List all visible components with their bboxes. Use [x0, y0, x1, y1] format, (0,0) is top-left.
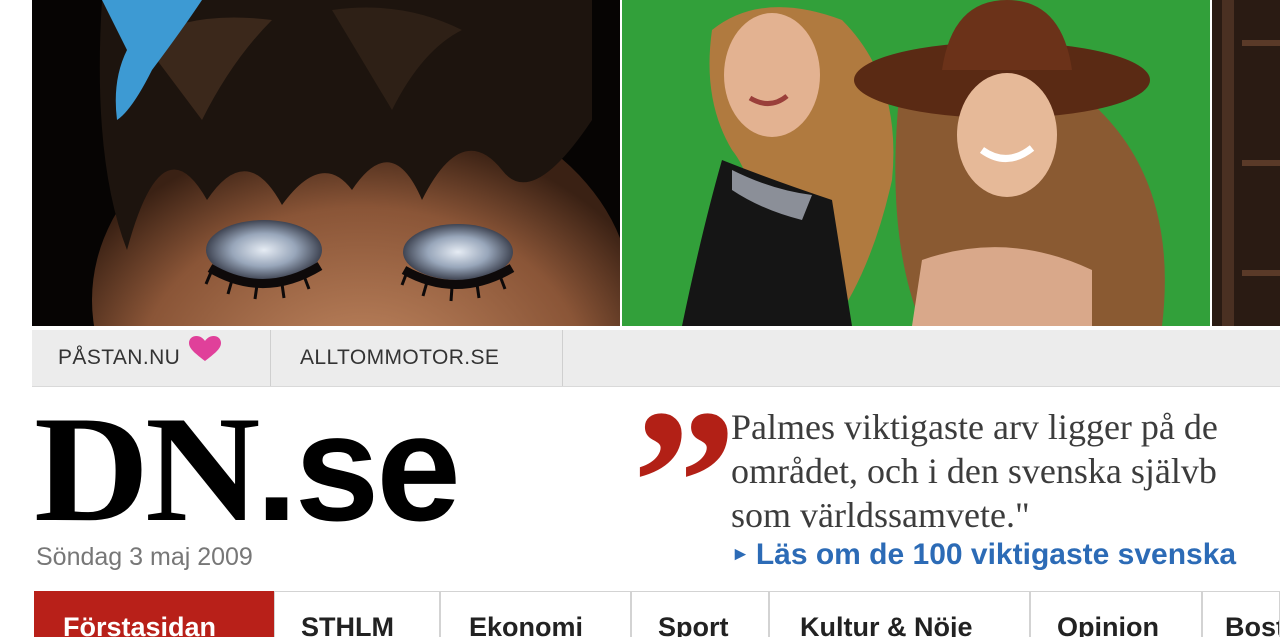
tab-kultur-noje[interactable]: Kultur & Nöje: [769, 591, 1030, 637]
logo-dn-text: DN: [34, 385, 260, 553]
read-more-link[interactable]: ► Läs om de 100 viktigaste svenska: [731, 538, 1236, 572]
partner-divider: [270, 330, 271, 386]
tab-sthlm[interactable]: STHLM: [274, 591, 440, 637]
banner-photo-models[interactable]: [622, 0, 1210, 326]
main-navigation: Förstasidan STHLM Ekonomi Sport Kultur &…: [34, 591, 1280, 637]
arrow-right-icon: ►: [731, 544, 750, 565]
tab-forstasidan[interactable]: Förstasidan: [34, 591, 274, 637]
banner-photo-shelf[interactable]: [1212, 0, 1280, 326]
page-gutter: [0, 0, 32, 637]
partner-link-alltommotor[interactable]: ALLTOMMOTOR.SE: [300, 330, 499, 386]
quote-line: Palmes viktigaste arv ligger på de: [731, 407, 1218, 447]
partner-link-label: PÅSTAN.NU: [58, 346, 181, 369]
banner-images: [32, 0, 1280, 326]
tab-sport[interactable]: Sport: [631, 591, 769, 637]
tab-ekonomi[interactable]: Ekonomi: [440, 591, 631, 637]
tab-opinion[interactable]: Opinion: [1030, 591, 1202, 637]
read-more-label: Läs om de 100 viktigaste svenska: [755, 538, 1237, 571]
partner-link-label: ALLTOMMOTOR.SE: [300, 346, 500, 369]
banner-photo-eyes[interactable]: [32, 0, 620, 326]
dn-logo[interactable]: DN.se: [34, 383, 461, 553]
partner-divider: [562, 330, 563, 386]
quote-mark-icon: ”: [632, 367, 737, 599]
heart-icon: [188, 328, 222, 384]
quote-line: området, och i den svenska självb: [731, 451, 1217, 491]
logo-se-text: .se: [255, 383, 461, 553]
quote-line: som världssamvete.": [731, 495, 1030, 535]
bookshelf-photo: [1212, 0, 1280, 326]
partner-link-pastan[interactable]: PÅSTAN.NU: [58, 330, 222, 386]
tab-bostad[interactable]: Bostad: [1202, 591, 1280, 637]
woman-eyes-photo: [32, 0, 620, 326]
featured-quote: Palmes viktigaste arv ligger på de områd…: [731, 405, 1280, 537]
two-women-photo: [622, 0, 1210, 326]
current-date: Söndag 3 maj 2009: [36, 543, 253, 571]
